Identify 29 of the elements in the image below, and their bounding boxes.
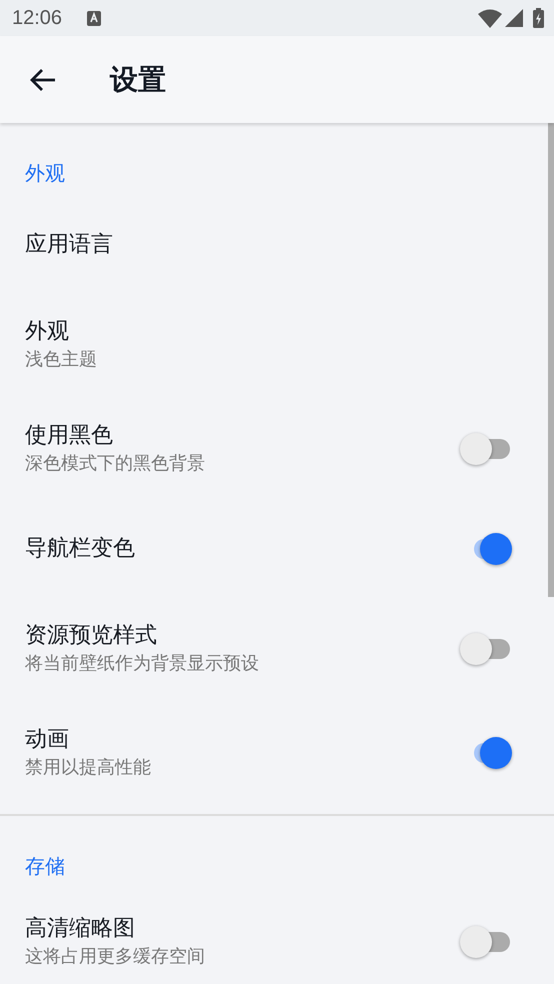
back-icon[interactable]: [30, 68, 56, 92]
setting-summary: 这将占用更多缓存空间: [25, 945, 206, 969]
settings-row[interactable]: 导航栏变色: [0, 501, 548, 597]
settings-row[interactable]: 动画 禁用以提高性能: [0, 701, 548, 805]
setting-summary: 禁用以提高性能: [25, 756, 152, 780]
settings-row[interactable]: 资源预览样式 将当前壁纸作为背景显示预设: [0, 597, 548, 701]
section-header: 外观: [25, 161, 65, 185]
setting-title: 应用语言: [25, 231, 114, 259]
setting-title: 动画: [25, 726, 70, 754]
status-time: 12:06: [12, 6, 62, 31]
screen-title: 设置: [110, 62, 166, 98]
notification-icon: [87, 10, 102, 26]
setting-title: 外观: [25, 318, 70, 346]
settings-row[interactable]: 应用语言: [0, 197, 548, 293]
settings-row[interactable]: 外观 浅色主题: [0, 293, 548, 397]
wifi-icon: [478, 8, 502, 28]
setting-title: 导航栏变色: [25, 535, 136, 563]
setting-title: 使用黑色: [25, 422, 114, 450]
setting-title: 高清缩略图: [25, 915, 136, 943]
section-header: 存储: [25, 854, 65, 878]
setting-summary: 深色模式下的黑色背景: [25, 452, 206, 476]
setting-summary: 浅色主题: [25, 348, 98, 372]
setting-summary: 将当前壁纸作为背景显示预设: [25, 652, 260, 676]
settings-row[interactable]: 高清缩略图 这将占用更多缓存空间: [0, 890, 548, 984]
battery-icon: [533, 8, 544, 28]
settings-row[interactable]: 使用黑色 深色模式下的黑色背景: [0, 397, 548, 501]
scrollbar[interactable]: [548, 123, 554, 597]
setting-title: 资源预览样式: [25, 622, 158, 650]
signal-icon: [505, 9, 523, 27]
